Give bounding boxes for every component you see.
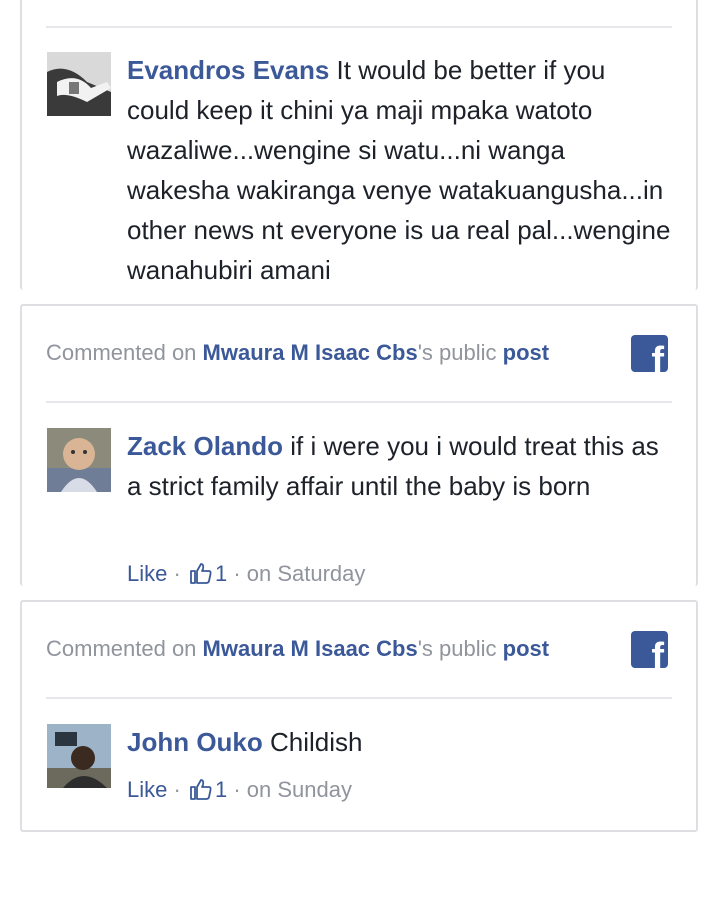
avatar[interactable]: [47, 428, 111, 492]
comment-meta: Like · 1 · on Saturday: [127, 561, 365, 591]
commented-on-label: Commented on Mwaura M Isaac Cbs's public…: [46, 636, 549, 662]
comment-card: Commented on Mwaura M Isaac Cbs's public…: [20, 304, 698, 586]
card-header: Commented on Mwaura M Isaac Cbs's public…: [46, 602, 672, 699]
like-button[interactable]: Like: [127, 561, 167, 586]
comment-body: It would be better if you could keep it …: [127, 55, 671, 285]
comment-card: Commented on Mwaura M Isaac Cbs's public…: [20, 600, 698, 832]
divider: [46, 26, 672, 28]
comment-card: Evandros Evans It would be better if you…: [20, 0, 698, 290]
header-prefix: Commented on: [46, 636, 203, 661]
comment-time[interactable]: on Sunday: [247, 777, 352, 802]
comment-text: Evandros Evans It would be better if you…: [127, 50, 674, 290]
author-name[interactable]: Zack Olando: [127, 431, 283, 461]
facebook-icon[interactable]: f: [631, 631, 668, 668]
avatar[interactable]: [47, 52, 111, 116]
comment-time[interactable]: on Saturday: [247, 561, 366, 586]
separator: ·: [233, 561, 241, 586]
thumbs-up-icon: [189, 561, 213, 591]
card-header: Commented on Mwaura M Isaac Cbs's public…: [46, 306, 672, 403]
comment-text: Zack Olando if i were you i would treat …: [127, 426, 674, 506]
header-prefix: Commented on: [46, 340, 203, 365]
author-name[interactable]: John Ouko: [127, 727, 263, 757]
separator: ·: [173, 561, 181, 586]
header-suffix: 's public: [417, 340, 503, 365]
like-button[interactable]: Like: [127, 777, 167, 802]
page-link[interactable]: Mwaura M Isaac Cbs: [203, 340, 418, 365]
comment-body: Childish: [270, 727, 363, 757]
thumbs-up-icon: [189, 777, 213, 807]
page-link[interactable]: Mwaura M Isaac Cbs: [203, 636, 418, 661]
comment-meta: Like · 1 · on Sunday: [127, 777, 352, 807]
author-name[interactable]: Evandros Evans: [127, 55, 329, 85]
like-count: 1: [214, 777, 228, 802]
separator: ·: [173, 777, 181, 802]
avatar[interactable]: [47, 724, 111, 788]
like-count: 1: [214, 561, 228, 586]
facebook-icon[interactable]: f: [631, 335, 668, 372]
commented-on-label: Commented on Mwaura M Isaac Cbs's public…: [46, 340, 549, 366]
header-suffix: 's public: [417, 636, 503, 661]
post-link[interactable]: post: [503, 636, 549, 661]
comment-text: John Ouko Childish: [127, 722, 674, 762]
separator: ·: [233, 777, 241, 802]
post-link[interactable]: post: [503, 340, 549, 365]
